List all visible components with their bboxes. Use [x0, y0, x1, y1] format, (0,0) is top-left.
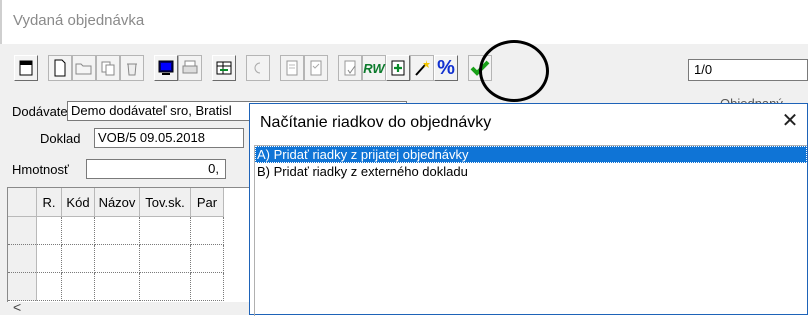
dialog-title: Načítanie riadkov do objednávky — [260, 114, 492, 131]
weight-label: Hmotnosť — [12, 162, 69, 177]
book-icon — [286, 60, 298, 76]
grid-cell[interactable] — [61, 272, 95, 301]
row-header — [8, 272, 37, 301]
horizontal-scrollbar[interactable]: < — [7, 299, 255, 315]
grid-cell[interactable] — [61, 244, 95, 273]
scroll-left-icon[interactable]: < — [13, 299, 21, 315]
open-icon — [75, 63, 92, 75]
grid-cell[interactable] — [139, 216, 191, 245]
page-indicator[interactable]: 1/0 — [688, 59, 808, 81]
grid-cell[interactable] — [94, 272, 140, 301]
monitor-icon — [158, 60, 174, 75]
column-header-name[interactable]: Názov — [94, 188, 140, 217]
row-header — [8, 216, 37, 245]
print-button[interactable] — [178, 55, 202, 81]
row-header — [8, 244, 37, 273]
copy-button[interactable] — [96, 55, 120, 81]
weight-field[interactable]: 0, — [86, 159, 226, 179]
load-rows-dialog: Načítanie riadkov do objednávky ✕ A) Pri… — [249, 103, 808, 316]
list-item-option-b[interactable]: B) Pridať riadky z externého dokladu — [255, 163, 807, 180]
percent-icon: % — [437, 57, 455, 79]
magic-wand-button[interactable] — [410, 55, 434, 81]
grid-cell[interactable] — [94, 244, 140, 273]
list-icon — [310, 60, 322, 76]
grid-cell[interactable] — [36, 244, 62, 273]
grid-cell[interactable] — [36, 216, 62, 245]
options-listbox[interactable]: A) Pridať riadky z prijatej objednávky B… — [254, 145, 807, 316]
window-title: Vydaná objednávka — [13, 12, 145, 29]
grid-cell[interactable] — [190, 272, 224, 301]
supplier-label: Dodávateľ — [12, 104, 72, 119]
magic-wand-icon — [415, 60, 430, 76]
grid-cell[interactable] — [36, 272, 62, 301]
grid-cell[interactable] — [190, 216, 224, 245]
rw-icon: RW — [363, 60, 385, 76]
grid-cell[interactable] — [139, 272, 191, 301]
export-button[interactable] — [212, 55, 236, 81]
column-header-partner[interactable]: Par — [190, 188, 224, 217]
new-icon — [54, 59, 66, 77]
confirm-button[interactable] — [468, 55, 492, 81]
book-button[interactable] — [280, 55, 304, 81]
copy-icon — [101, 61, 115, 76]
grid-corner — [8, 188, 37, 217]
table-row[interactable] — [8, 216, 224, 245]
close-icon[interactable]: ✕ — [779, 110, 801, 132]
column-header-code[interactable]: Kód — [61, 188, 95, 217]
column-header-r[interactable]: R. — [36, 188, 62, 217]
print-icon — [182, 60, 198, 74]
open-button[interactable] — [72, 55, 96, 81]
title-bar: Vydaná objednávka — [0, 0, 808, 44]
delete-icon — [127, 63, 137, 76]
percent-button[interactable]: % — [434, 55, 458, 81]
confirm-icon — [470, 60, 490, 76]
list-button[interactable] — [304, 55, 328, 81]
app-window: Vydaná objednávka RW % 1/0 Dodávateľ Dem… — [0, 0, 808, 316]
delete-button[interactable] — [120, 55, 144, 81]
report-button[interactable] — [338, 55, 362, 81]
add-row-icon — [391, 60, 405, 76]
grid-cell[interactable] — [139, 244, 191, 273]
grid-cell[interactable] — [190, 244, 224, 273]
undo-button[interactable] — [246, 55, 270, 81]
list-item-option-a[interactable]: A) Pridať riadky z prijatej objednávky — [255, 146, 807, 163]
new-button[interactable] — [48, 55, 72, 81]
doc-label: Doklad — [40, 131, 81, 146]
grid-cell[interactable] — [61, 216, 95, 245]
add-rows-button[interactable] — [386, 55, 410, 81]
window-edge — [0, 0, 2, 44]
table-row[interactable] — [8, 272, 224, 301]
table-row[interactable] — [8, 244, 224, 273]
monitor-button[interactable] — [154, 55, 178, 81]
items-grid[interactable]: R. Kód Názov Tov.sk. Par — [7, 187, 255, 303]
record-icon — [19, 60, 33, 76]
grid-cell[interactable] — [94, 216, 140, 245]
doc-field[interactable]: VOB/5 09.05.2018 — [94, 128, 244, 148]
undo-icon — [254, 62, 261, 74]
record-button[interactable] — [14, 55, 38, 81]
rw-button[interactable]: RW — [362, 55, 386, 81]
export-icon — [216, 61, 232, 75]
report-icon — [344, 60, 356, 76]
column-header-goods-group[interactable]: Tov.sk. — [139, 188, 191, 217]
